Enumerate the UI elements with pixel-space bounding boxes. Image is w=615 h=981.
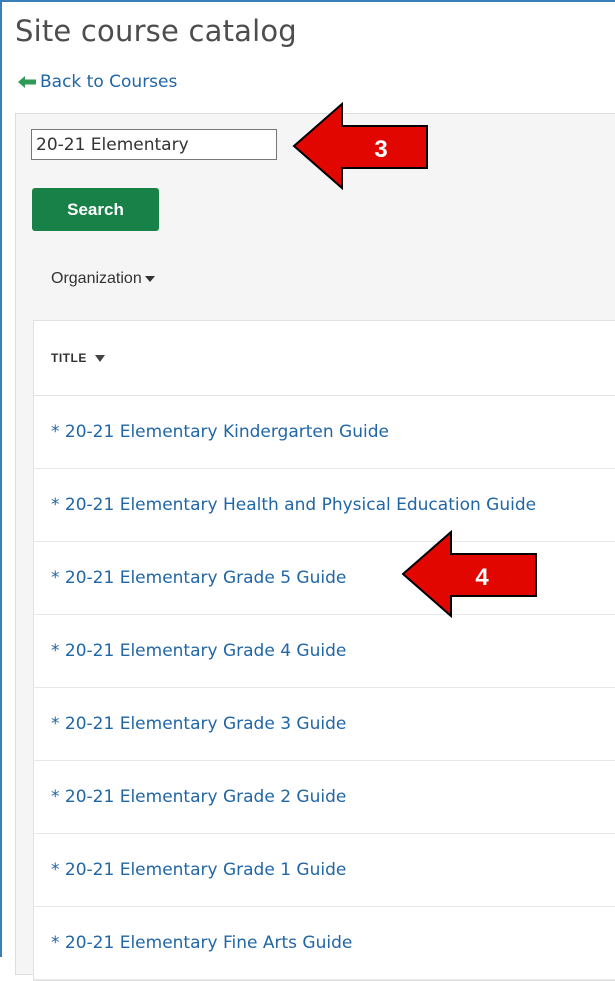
search-input[interactable]: [31, 129, 277, 160]
course-link[interactable]: * 20-21 Elementary Grade 1 Guide: [51, 860, 346, 880]
sort-descending-icon: [94, 354, 105, 362]
table-row: * 20-21 Elementary Grade 2 Guide: [34, 761, 615, 834]
course-link[interactable]: * 20-21 Elementary Kindergarten Guide: [51, 422, 389, 442]
course-table: TITLE * 20-21 Elementary Kindergarten Gu…: [33, 320, 615, 981]
back-to-courses-link[interactable]: Back to Courses: [18, 72, 177, 92]
callout-number-3: 3: [374, 136, 387, 163]
table-row: * 20-21 Elementary Grade 3 Guide: [34, 688, 615, 761]
table-row: * 20-21 Elementary Grade 4 Guide: [34, 615, 615, 688]
organization-dropdown-label: Organization: [51, 270, 142, 287]
course-link[interactable]: * 20-21 Elementary Grade 5 Guide: [51, 568, 346, 588]
course-link[interactable]: * 20-21 Elementary Grade 3 Guide: [51, 714, 346, 734]
callout-number-4: 4: [475, 564, 489, 591]
caret-down-icon: [144, 276, 155, 282]
page-title: Site course catalog: [15, 14, 297, 48]
title-column-header[interactable]: TITLE: [34, 321, 615, 396]
search-button[interactable]: Search: [32, 188, 159, 231]
callout-arrow-step-3: 3: [292, 102, 428, 190]
organization-dropdown[interactable]: Organization: [51, 270, 155, 288]
course-link[interactable]: * 20-21 Elementary Fine Arts Guide: [51, 933, 352, 953]
table-row: * 20-21 Elementary Fine Arts Guide: [34, 907, 615, 980]
callout-arrow-step-4: 4: [401, 530, 537, 618]
back-link-label: Back to Courses: [40, 72, 178, 92]
course-link[interactable]: * 20-21 Elementary Grade 2 Guide: [51, 787, 346, 807]
course-link[interactable]: * 20-21 Elementary Grade 4 Guide: [51, 641, 346, 661]
back-arrow-icon: [18, 76, 36, 88]
table-row: * 20-21 Elementary Grade 1 Guide: [34, 834, 615, 907]
table-row: * 20-21 Elementary Kindergarten Guide: [34, 396, 615, 469]
title-column-label: TITLE: [51, 351, 87, 365]
course-link[interactable]: * 20-21 Elementary Health and Physical E…: [51, 495, 536, 515]
